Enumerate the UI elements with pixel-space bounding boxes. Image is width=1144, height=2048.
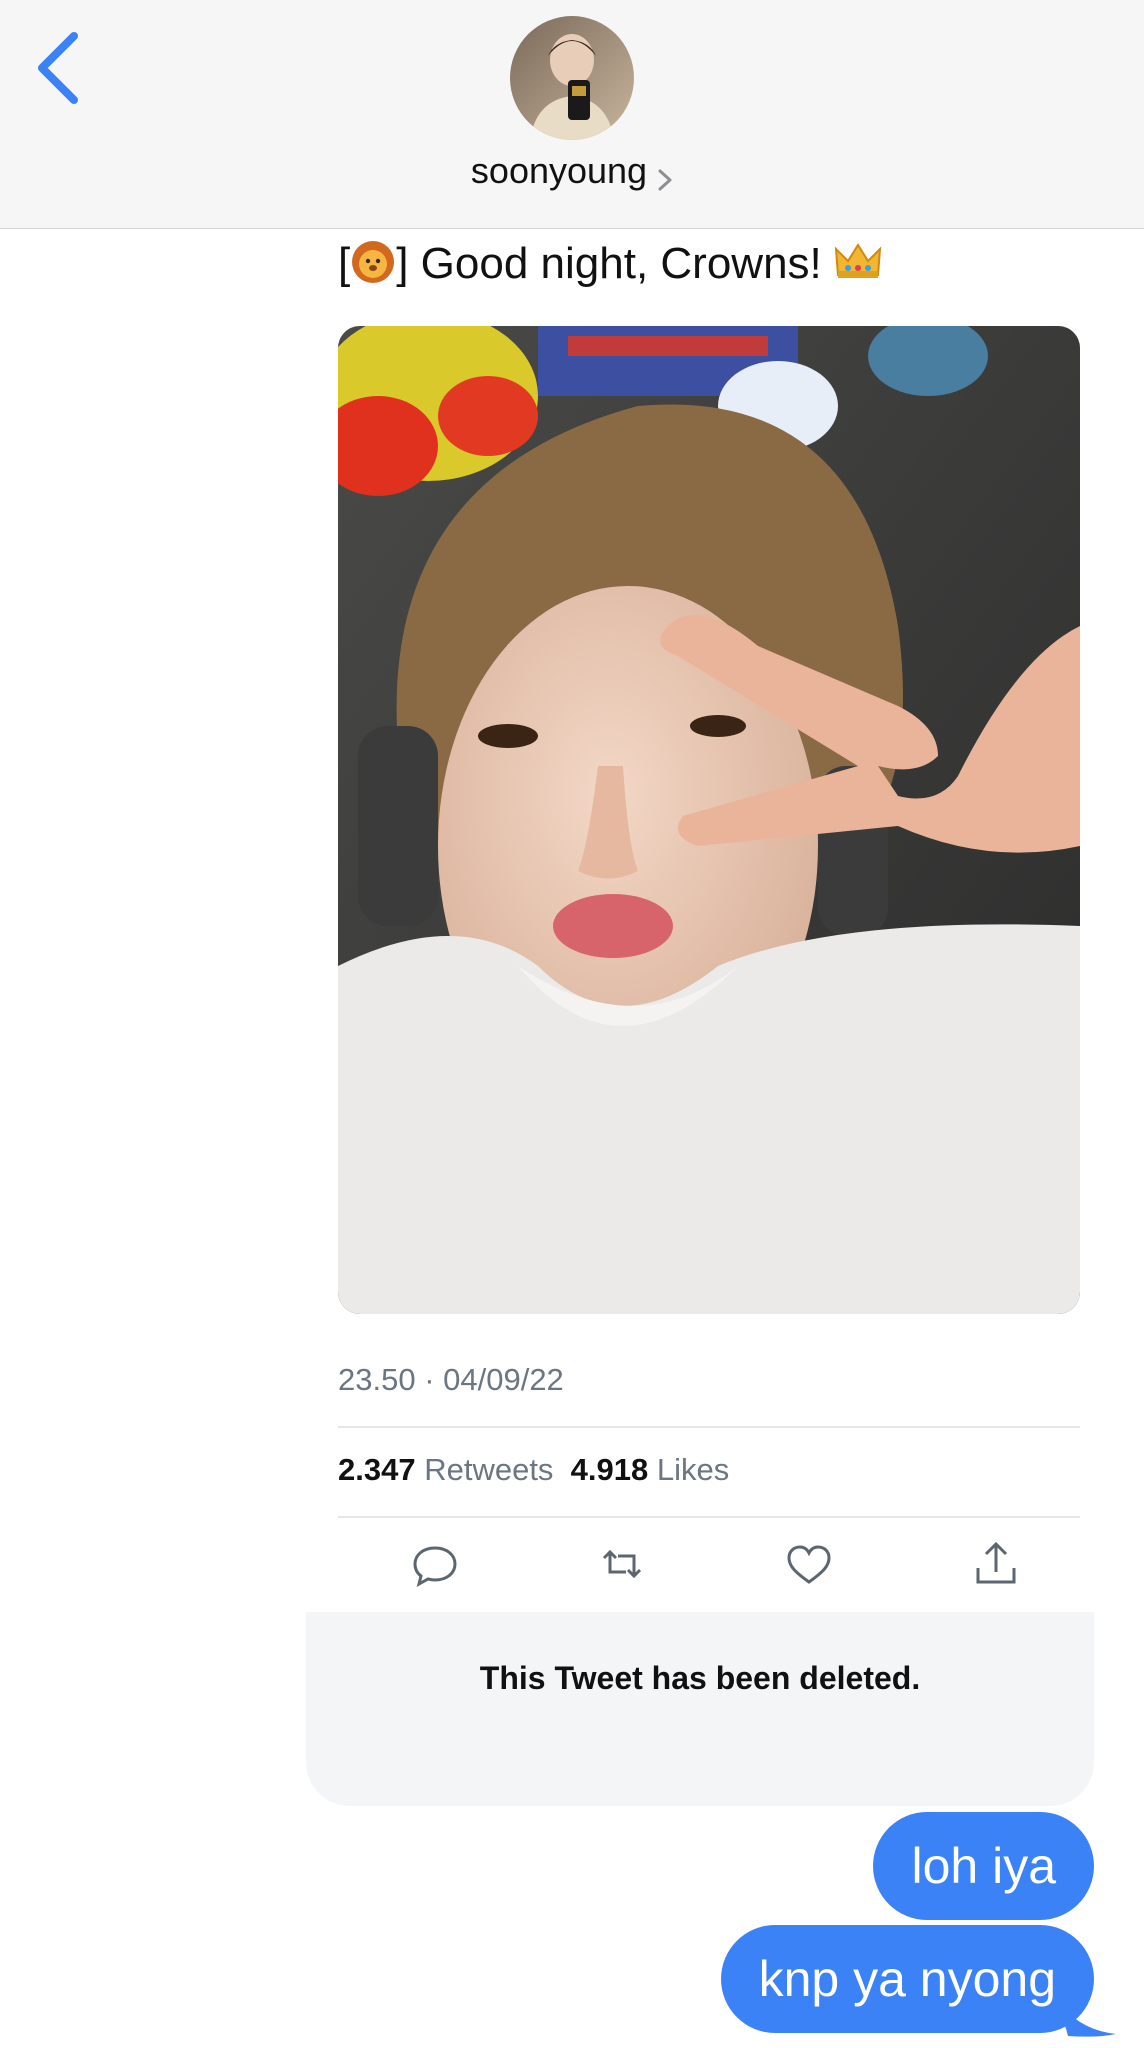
deleted-tweet-text: This Tweet has been deleted. [479,1660,921,1696]
back-chevron-icon[interactable] [30,28,90,108]
lion-emoji-icon [350,238,396,295]
tweet-actions [338,1536,1080,1592]
reply-icon[interactable] [407,1536,463,1592]
retweets-count: 2.347 [338,1452,416,1487]
contact-name-button[interactable]: soonyoung [0,150,1144,192]
retweets-label[interactable]: Retweets [424,1452,553,1487]
tweet-text-body: ] Good night, Crowns! [396,239,822,289]
like-heart-icon[interactable] [781,1536,837,1592]
crown-emoji-icon [834,241,882,292]
retweet-icon[interactable] [594,1536,650,1592]
message-bubble[interactable]: knp ya nyong [720,1925,1094,2033]
tweet-timestamp: 23.50 · 04/09/22 [338,1362,564,1397]
conversation-header: soonyoung [0,0,1144,229]
deleted-tweet-notice: This Tweet has been deleted. [306,1612,1094,1806]
tweet-stats: 2.347 Retweets 4.918 Likes [338,1452,729,1488]
divider [338,1516,1080,1518]
tweet-text: [ ] Good night, Crowns! [338,238,882,295]
tweet-text-prefix: [ [338,239,351,289]
likes-label[interactable]: Likes [657,1452,729,1487]
contact-name: soonyoung [470,150,648,191]
tweet-photo[interactable] [338,326,1080,1314]
bubble-tail [1058,2000,1118,2040]
chevron-right-icon [657,158,673,191]
divider [338,1426,1080,1428]
likes-count: 4.918 [570,1452,649,1487]
contact-avatar[interactable] [510,16,634,140]
message-bubble[interactable]: loh iya [873,1812,1094,1920]
share-icon[interactable] [968,1536,1024,1592]
